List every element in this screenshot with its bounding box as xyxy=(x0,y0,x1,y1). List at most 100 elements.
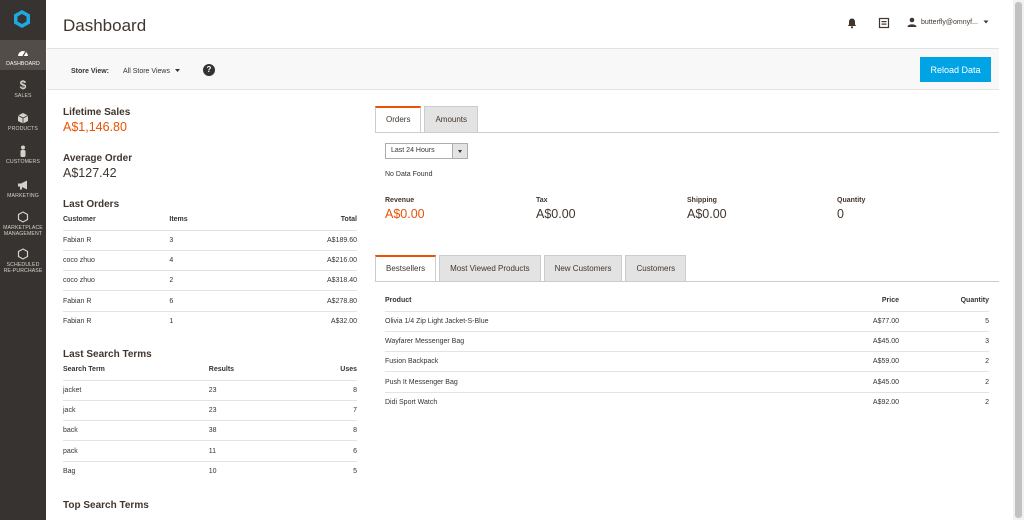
tab-customers[interactable]: Customers xyxy=(625,255,687,281)
revenue-label: Revenue xyxy=(385,197,415,204)
hexagon-icon xyxy=(17,248,29,260)
bestsellers-table: Product Price Quantity Olivia 1/4 Zip Li… xyxy=(385,291,989,413)
search-term-cell: Bag xyxy=(63,460,209,482)
table-row[interactable]: back 38 8 xyxy=(63,420,357,441)
product-cell: Olivia 1/4 Zip Light Jacket-S-Blue xyxy=(385,310,809,332)
column-header: Customer xyxy=(63,216,96,224)
table-row[interactable]: Wayfarer Messenger Bag A$45.00 3 xyxy=(385,330,989,352)
store-view-label: Store View: xyxy=(71,68,109,75)
column-header: Search Term xyxy=(63,366,105,374)
table-row[interactable]: pack 11 6 xyxy=(63,440,357,462)
system-messages-icon[interactable] xyxy=(878,17,890,29)
table-row[interactable]: Bag 10 5 xyxy=(63,460,357,482)
product-cell: Didi Sport Watch xyxy=(385,391,809,413)
sidebar-item-products[interactable]: PRODUCTS xyxy=(0,112,46,132)
search-term-cell: pack xyxy=(63,440,209,462)
bell-icon[interactable] xyxy=(846,17,858,29)
lifetime-sales-value: A$1,146.80 xyxy=(63,120,127,134)
price-cell: A$45.00 xyxy=(809,371,899,393)
store-view-value: All Store Views xyxy=(123,68,170,75)
items-cell: 2 xyxy=(169,270,260,291)
chevron-down-icon xyxy=(983,20,989,24)
user-icon xyxy=(907,17,917,27)
table-row[interactable]: jacket 23 8 xyxy=(63,379,357,401)
table-row[interactable]: Fusion Backpack A$59.00 2 xyxy=(385,351,989,372)
customer-cell: Fabian R xyxy=(63,290,170,312)
reload-data-button[interactable]: Reload Data xyxy=(920,57,991,82)
revenue-value: A$0.00 xyxy=(385,207,425,221)
megaphone-icon xyxy=(18,180,27,190)
store-view-dropdown[interactable]: All Store Views xyxy=(123,68,181,75)
total-cell: A$278.80 xyxy=(259,290,357,312)
table-row[interactable]: Didi Sport Watch A$92.00 2 xyxy=(385,391,989,413)
total-cell: A$216.00 xyxy=(259,249,357,271)
tab-orders[interactable]: Orders xyxy=(375,106,422,132)
sidebar-item-customers[interactable]: CUSTOMERS xyxy=(0,145,46,165)
sidebar-item-dashboard[interactable]: DASHBOARD xyxy=(0,40,46,70)
grid-tabs: Bestsellers Most Viewed Products New Cus… xyxy=(375,255,687,281)
sidebar-item-scheduled-repurchase[interactable]: SCHEDULED RE-PURCHASE xyxy=(0,248,46,274)
column-header: Price xyxy=(881,297,899,305)
uses-cell: 7 xyxy=(298,399,357,421)
tab-new-customers[interactable]: New Customers xyxy=(543,255,623,281)
table-row[interactable]: coco zhuo 2 A$318.40 xyxy=(63,270,357,291)
product-cell: Fusion Backpack xyxy=(385,351,809,372)
table-row[interactable]: Fabian R 3 A$189.60 xyxy=(63,229,357,251)
sidebar-label: CUSTOMERS xyxy=(6,159,40,165)
table-row[interactable]: Fabian R 1 A$32.00 xyxy=(63,310,357,332)
scrollbar-thumb[interactable] xyxy=(1015,2,1022,518)
search-term-cell: jack xyxy=(63,399,209,421)
uses-cell: 8 xyxy=(298,379,357,401)
sidebar-label: PRODUCTS xyxy=(8,126,38,132)
store-switcher-bar: Store View: All Store Views ? Reload Dat… xyxy=(47,48,999,90)
period-value: Last 24 Hours xyxy=(391,147,435,154)
table-row[interactable]: Fabian R 6 A$278.80 xyxy=(63,290,357,312)
column-header: Results xyxy=(208,366,235,374)
tab-most-viewed-products[interactable]: Most Viewed Products xyxy=(439,255,541,281)
last-search-terms-title: Last Search Terms xyxy=(63,349,152,360)
lifetime-sales-label: Lifetime Sales xyxy=(63,107,131,118)
customer-cell: Fabian R xyxy=(63,229,170,251)
chart-tabs: Orders Amounts xyxy=(375,106,479,132)
quantity-cell: 3 xyxy=(899,330,989,352)
table-row[interactable]: coco zhuo 4 A$216.00 xyxy=(63,249,357,271)
hexagon-icon xyxy=(17,211,29,223)
tab-amounts[interactable]: Amounts xyxy=(424,106,479,132)
quantity-cell: 2 xyxy=(899,391,989,413)
average-order-value: A$127.42 xyxy=(63,166,117,180)
tab-bestsellers[interactable]: Bestsellers xyxy=(375,255,437,281)
caret-down-icon xyxy=(174,69,180,72)
sidebar-item-sales[interactable]: $ SALES xyxy=(0,79,46,99)
customer-cell: coco zhuo xyxy=(63,270,170,291)
logo-icon[interactable] xyxy=(11,8,33,30)
sidebar-label: MARKETING xyxy=(7,193,39,199)
product-cell: Wayfarer Messenger Bag xyxy=(385,330,809,352)
table-row[interactable]: jack 23 7 xyxy=(63,399,357,421)
account-name: butterfly@omnyf... xyxy=(921,18,978,26)
price-cell: A$45.00 xyxy=(809,330,899,352)
page-scrollbar[interactable] xyxy=(1013,0,1024,520)
sidebar-item-marketplace-management[interactable]: MARKETPLACE MANAGEMENT xyxy=(0,211,46,237)
uses-cell: 8 xyxy=(298,420,357,441)
sidebar-label: RE-PURCHASE xyxy=(3,268,43,274)
tax-value: A$0.00 xyxy=(536,207,576,221)
search-term-cell: back xyxy=(63,420,209,441)
period-select[interactable]: Last 24 Hours xyxy=(385,143,468,159)
sidebar-item-marketing[interactable]: MARKETING xyxy=(0,179,46,199)
no-data-message: No Data Found xyxy=(385,171,433,178)
customer-cell: coco zhuo xyxy=(63,249,170,271)
table-row[interactable]: Push It Messenger Bag A$45.00 2 xyxy=(385,371,989,393)
search-term-cell: jacket xyxy=(63,379,209,401)
table-row[interactable]: Olivia 1/4 Zip Light Jacket-S-Blue A$77.0… xyxy=(385,310,989,332)
items-cell: 3 xyxy=(169,229,260,251)
account-menu[interactable]: butterfly@omnyf... xyxy=(907,17,990,27)
page-title: Dashboard xyxy=(63,16,147,35)
results-cell: 38 xyxy=(208,420,299,441)
items-cell: 6 xyxy=(169,290,260,312)
help-icon[interactable]: ? xyxy=(203,64,215,76)
tab-divider xyxy=(375,281,999,282)
top-search-terms-title: Top Search Terms xyxy=(63,500,149,511)
uses-cell: 6 xyxy=(298,440,357,462)
quantity-cell: 2 xyxy=(899,351,989,372)
cube-icon xyxy=(17,113,29,124)
